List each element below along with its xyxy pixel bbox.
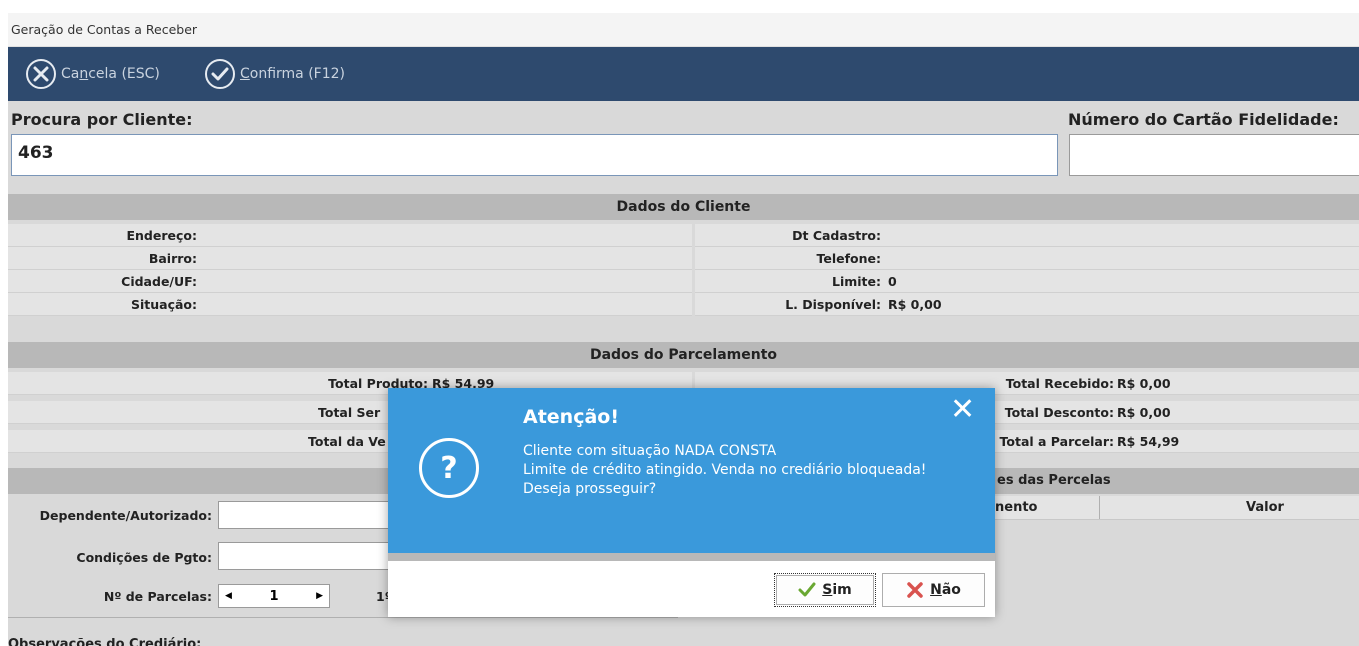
client-row-reg-date: Dt Cadastro:	[695, 224, 1359, 247]
client-row-city: Cidade/UF:	[8, 270, 692, 293]
dialog-separator	[388, 553, 995, 561]
confirmation-dialog: ? Atenção! Cliente com situação NADA CON…	[388, 388, 995, 617]
cancel-icon	[26, 59, 56, 89]
dialog-line-1: Cliente com situação NADA CONSTA	[523, 443, 777, 459]
check-icon	[798, 582, 816, 597]
cancel-label: Cancela (ESC)	[61, 66, 160, 82]
parcels-label: Nº de Parcelas:	[103, 589, 212, 604]
dialog-title: Atenção!	[523, 406, 620, 428]
check-icon	[205, 59, 235, 89]
col-value-header: Valor	[1246, 500, 1284, 515]
loyalty-card-label: Número do Cartão Fidelidade:	[1068, 110, 1339, 129]
confirm-button[interactable]: Confirma (F12)	[205, 57, 345, 91]
divider	[8, 617, 678, 618]
title-bar: Geração de Contas a Receber	[8, 13, 1359, 47]
x-icon	[907, 582, 923, 598]
stepper-right-icon[interactable]: ▶	[316, 591, 323, 601]
client-row-phone: Telefone:	[695, 247, 1359, 270]
loyalty-card-input[interactable]	[1069, 134, 1359, 176]
no-button[interactable]: Não	[882, 573, 985, 607]
col-due-header: nento	[995, 500, 1038, 515]
client-row-address: Endereço:	[8, 224, 692, 247]
payment-conditions-label: Condições de Pgto:	[76, 550, 212, 565]
yes-label: Sim	[822, 582, 852, 598]
dependent-label: Dependente/Autorizado:	[39, 508, 212, 523]
dialog-line-2: Limite de crédito atingido. Venda no cre…	[523, 462, 927, 478]
client-row-available: L. Disponível: R$ 0,00	[695, 293, 1359, 316]
installment-data-header: Dados do Parcelamento	[8, 342, 1359, 368]
close-icon[interactable]: ✕	[950, 395, 975, 425]
toolbar: Cancela (ESC) Confirma (F12)	[8, 47, 1359, 101]
parcels-stepper[interactable]: ◀ 1 ▶	[218, 584, 330, 608]
col-divider	[1099, 496, 1100, 519]
dialog-message-area: ? Atenção! Cliente com situação NADA CON…	[388, 388, 995, 553]
client-row-district: Bairro:	[8, 247, 692, 270]
stepper-left-icon[interactable]: ◀	[225, 591, 232, 601]
client-row-limit: Limite: 0	[695, 270, 1359, 293]
no-label: Não	[930, 582, 961, 598]
confirm-label: Confirma (F12)	[240, 66, 346, 82]
dialog-line-3: Deseja prosseguir?	[523, 481, 657, 497]
right-empty-area	[680, 617, 1359, 646]
client-data-header: Dados do Cliente	[8, 194, 1359, 220]
question-icon: ?	[419, 438, 479, 498]
cancel-button[interactable]: Cancela (ESC)	[26, 57, 160, 91]
client-search-input[interactable]: 463	[11, 134, 1058, 176]
search-area: Procura por Cliente: 463 Número do Cartã…	[8, 102, 1359, 187]
client-search-label: Procura por Cliente:	[11, 110, 193, 129]
notes-label: Observações do Crediário:	[8, 637, 202, 646]
client-row-status: Situação:	[8, 293, 692, 316]
parcels-value: 1	[269, 588, 279, 604]
window-title: Geração de Contas a Receber	[11, 22, 198, 37]
yes-button[interactable]: Sim	[774, 573, 876, 607]
